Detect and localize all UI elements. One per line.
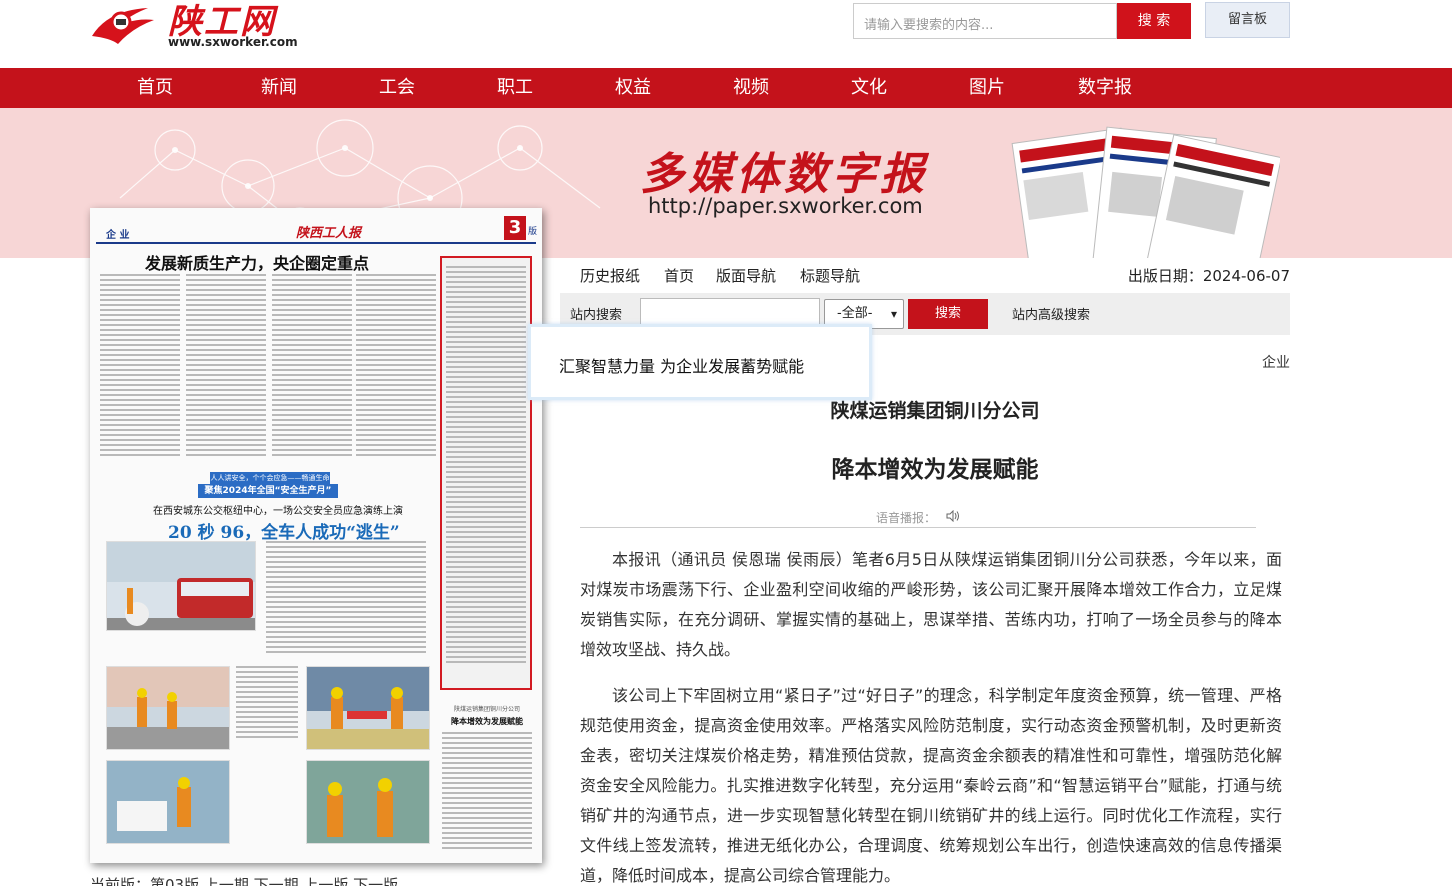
logo-url: www.sxworker.com	[168, 35, 298, 49]
paper-toolbar: 历史报纸 首页 版面导航 标题导航 出版日期：2024-06-07	[580, 265, 1290, 289]
paper-text-col-2	[186, 274, 266, 459]
article-paragraph: 该公司上下牢固树立用“紧日子”过“好日子”的理念，科学制定年度资金预算，统一管理…	[580, 686, 1282, 885]
paper-small-article-kicker: 陕煤运销集团铜川分公司	[453, 706, 520, 713]
paper-big-headline: 20 秒 96，全车人成功“逃生”	[168, 523, 400, 543]
guestbook-button[interactable]: 留言板	[1205, 2, 1290, 38]
site-header: 陕工网 www.sxworker.com 请输入要搜索的内容... 搜 索 留言…	[0, 0, 1452, 68]
history-papers-link[interactable]: 历史报纸	[580, 265, 640, 286]
page-navigation-caption[interactable]: 当前版：第03版 上一期 下一期 上一版 下一版	[90, 874, 398, 886]
logo-swoosh-icon	[92, 8, 154, 44]
nav-item-video[interactable]: 视频	[733, 68, 769, 108]
nav-item-culture[interactable]: 文化	[851, 68, 887, 108]
paper-small-article-text	[442, 732, 532, 852]
paper-photo-rescue	[106, 666, 230, 750]
nav-item-digital-paper[interactable]: 数字报	[1078, 68, 1132, 108]
paper-article-highlight[interactable]	[440, 256, 532, 690]
paper-photo-workers	[306, 760, 430, 844]
paper-header: 企 业 陕西工人报 3 版	[96, 216, 538, 244]
nav-item-rights[interactable]: 权益	[615, 68, 651, 108]
paper-text-col-4	[356, 274, 436, 459]
bus-drill-photo-icon	[107, 542, 255, 630]
paper-page-suffix: 版	[528, 227, 538, 237]
paper-safety-banner: 人人讲安全，个个会应急——畅通生命通道 聚焦2024年全国“安全生产月” 在西安…	[100, 470, 436, 518]
layout-nav-link[interactable]: 版面导航	[716, 265, 776, 286]
chevron-down-icon: ▾	[890, 307, 897, 321]
paper-text-col-3	[272, 274, 352, 459]
paper-page-number: 3	[504, 216, 526, 240]
voice-broadcast[interactable]: 语音播报：	[876, 509, 960, 526]
paper-photo-caption-col	[236, 666, 298, 741]
stretcher-photo-icon	[307, 667, 429, 749]
nav-item-news[interactable]: 新闻	[261, 68, 297, 108]
paper-text-col-1	[100, 274, 180, 459]
article-hover-tooltip: 汇聚智慧力量 为企业发展蓄势赋能	[528, 324, 872, 400]
paper-small-article-title[interactable]: 降本增效为发展赋能	[442, 716, 532, 727]
search-scope-value: -全部-	[837, 306, 873, 321]
highlight-text-lines	[446, 266, 526, 666]
nav-item-pictures[interactable]: 图片	[969, 68, 1005, 108]
article-section-label: 企业	[1262, 355, 1290, 371]
main-nav: 首页 新闻 工会 职工 权益 视频 文化 图片 数字报	[0, 68, 1452, 108]
banner-url: http://paper.sxworker.com	[648, 194, 923, 218]
first-aid-photo-icon	[107, 761, 229, 843]
nav-item-union[interactable]: 工会	[379, 68, 415, 108]
article-title: 降本增效为发展赋能	[831, 457, 1039, 483]
newspaper-page-image[interactable]: 企 业 陕西工人报 3 版 发展新质生产力，央企圈定重点 人人讲安全，个个会应急…	[90, 208, 542, 863]
newspaper-stack-illustration	[1011, 126, 1280, 258]
site-search-button[interactable]: 搜索	[908, 299, 988, 329]
tooltip-text: 汇聚智慧力量 为企业发展蓄势赋能	[559, 357, 805, 376]
paper-photo-bus-drill	[106, 541, 256, 631]
article-paragraph: 本报讯（通讯员 侯恩瑞 侯雨辰）笔者6月5日从陕煤运销集团铜川分公司获悉，今年以…	[580, 550, 1282, 659]
paper-drill-text	[266, 541, 426, 656]
paper-photo-first-aid	[106, 760, 230, 844]
site-search-label: 站内搜索	[570, 308, 623, 323]
paper-section-label: 企 业	[106, 230, 130, 241]
page-root: 陕工网 www.sxworker.com 请输入要搜索的内容... 搜 索 留言…	[0, 0, 1452, 886]
paper-photo-stretcher	[306, 666, 430, 750]
speaker-icon[interactable]	[946, 509, 960, 525]
search-button[interactable]: 搜 索	[1117, 3, 1191, 39]
paper-masthead: 陕西工人报	[296, 226, 362, 241]
paper-subhead-banner: 聚焦2024年全国“安全生产月”	[198, 484, 338, 498]
nav-item-workers[interactable]: 职工	[497, 68, 533, 108]
publication-date: 出版日期：2024-06-07	[1127, 267, 1290, 285]
article-pre-title: 陕煤运销集团铜川分公司	[830, 400, 1040, 422]
paper-headline: 发展新质生产力，央企圈定重点	[145, 254, 370, 273]
article-body: 本报讯（通讯员 侯恩瑞 侯雨辰）笔者6月5日从陕煤运销集团铜川分公司获悉，今年以…	[580, 545, 1282, 886]
nav-item-home[interactable]: 首页	[137, 68, 173, 108]
rescue-photo-icon	[107, 667, 229, 749]
search-input[interactable]: 请输入要搜索的内容...	[853, 3, 1117, 39]
banner-title: 多媒体数字报	[640, 149, 928, 200]
paper-sub-line: 在西安城东公交枢纽中心，一场公交安全员应急演练上演	[153, 506, 403, 517]
title-nav-link[interactable]: 标题导航	[800, 265, 860, 286]
article-divider	[580, 527, 1256, 528]
voice-broadcast-label: 语音播报：	[876, 511, 937, 525]
home-link[interactable]: 首页	[664, 265, 694, 286]
paper-subhead-top: 人人讲安全，个个会应急——畅通生命通道	[210, 472, 330, 494]
advanced-search-link[interactable]: 站内高级搜索	[1012, 304, 1090, 323]
workers-photo-icon	[307, 761, 429, 843]
